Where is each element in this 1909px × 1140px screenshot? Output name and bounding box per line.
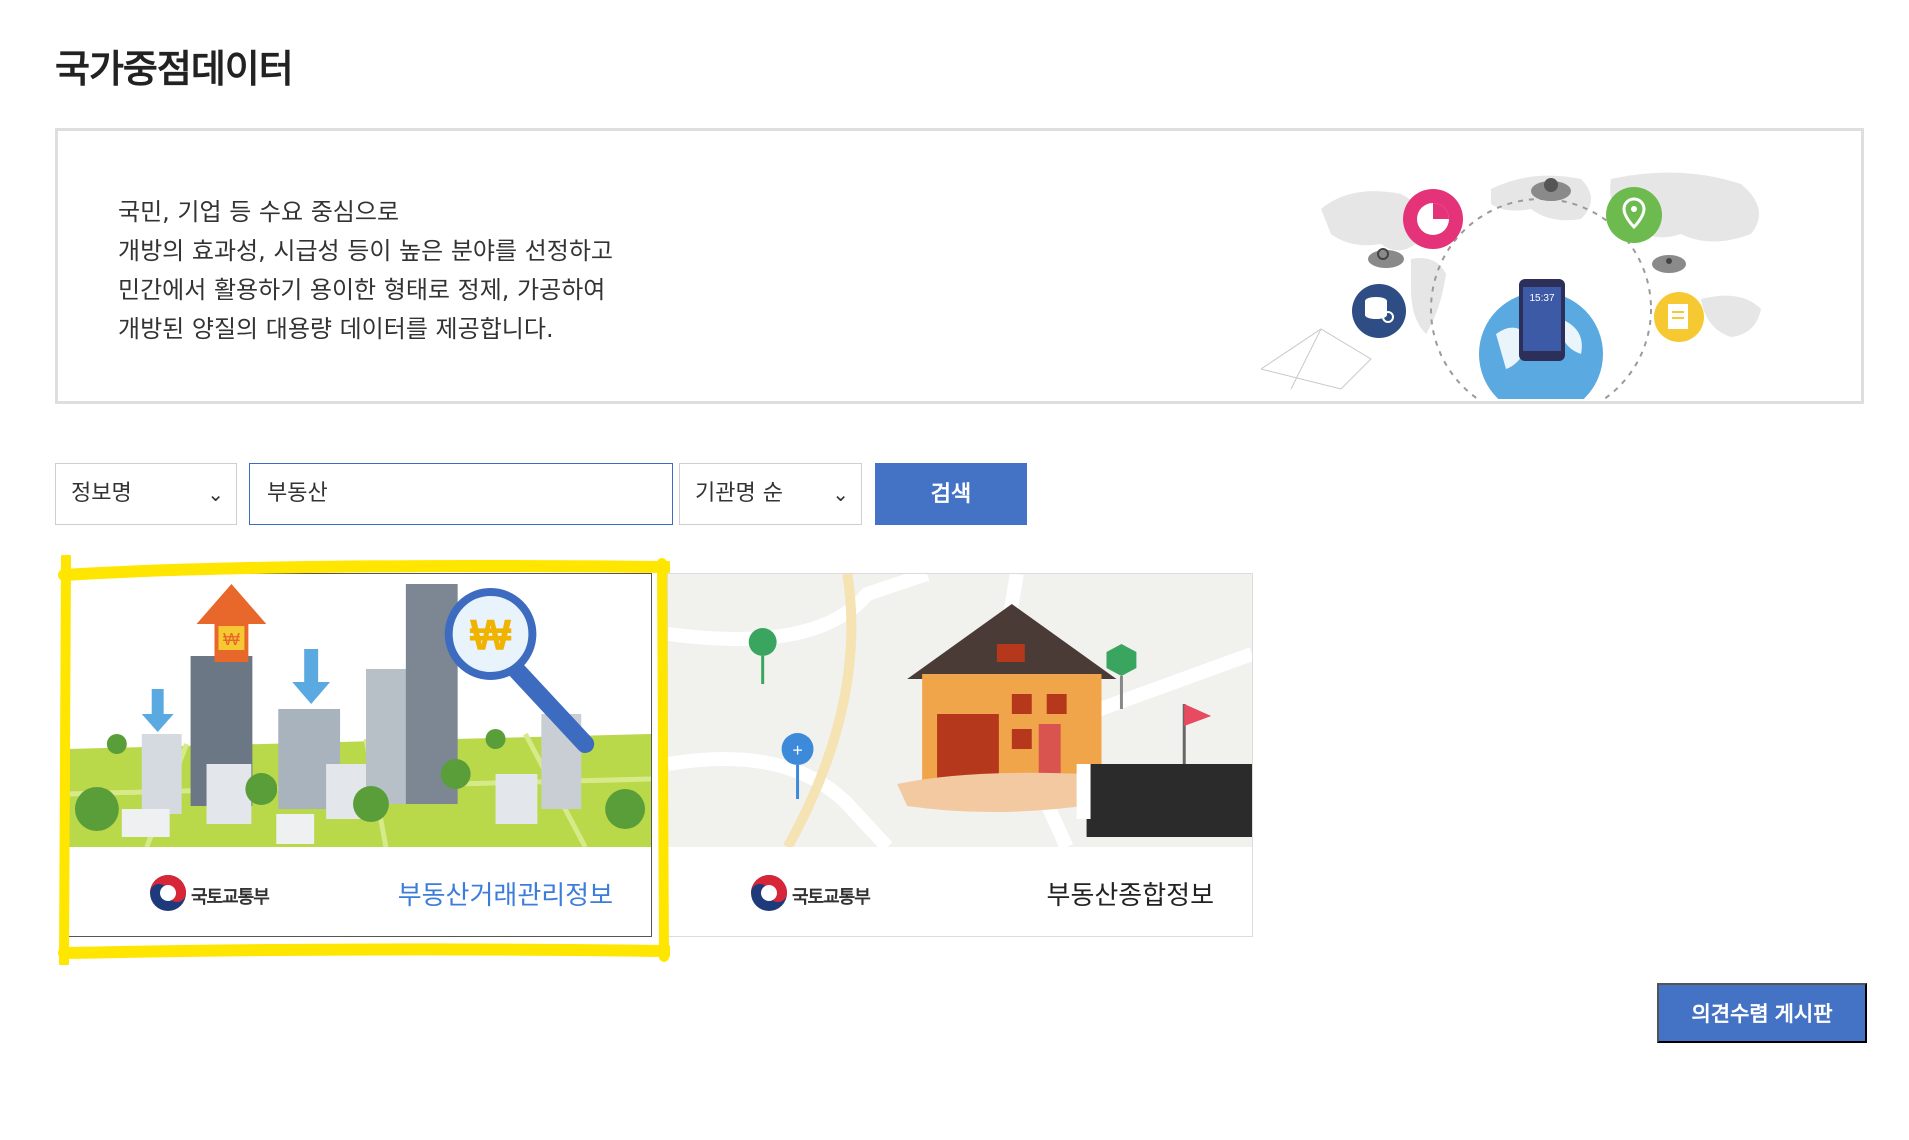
real-estate-transaction-illustration: ₩ ₩ bbox=[67, 574, 651, 847]
pie-chart-icon bbox=[1403, 189, 1463, 249]
search-field-select[interactable]: 정보명 ⌄ bbox=[55, 463, 237, 525]
agency-name: 국토교통부 bbox=[792, 887, 871, 908]
dataset-card[interactable]: + 국토교통부 부동산종합정보 bbox=[667, 573, 1253, 937]
chevron-down-icon: ⌄ bbox=[832, 482, 849, 506]
pin-cloud-icon bbox=[1652, 255, 1686, 273]
dataset-card[interactable]: ₩ ₩ 국토교통부 부동산거래관리정보 bbox=[66, 573, 652, 937]
search-input[interactable]: 부동산 bbox=[249, 463, 673, 525]
intro-description: 국민, 기업 등 수요 중심으로 개방의 효과성, 시급성 등이 높은 분야를 … bbox=[118, 193, 613, 349]
search-field-select-value: 정보명 bbox=[71, 481, 132, 506]
agency-name: 국토교통부 bbox=[191, 887, 270, 908]
chevron-down-icon: ⌄ bbox=[207, 482, 224, 506]
location-pin-icon bbox=[1606, 187, 1662, 243]
search-button[interactable]: 검색 bbox=[875, 463, 1027, 525]
card-title[interactable]: 부동산종합정보 bbox=[1047, 875, 1214, 912]
document-icon bbox=[1654, 292, 1704, 342]
real-estate-info-illustration: + bbox=[668, 574, 1252, 847]
card-footer: 국토교통부 부동산종합정보 bbox=[668, 847, 1252, 936]
card-footer: 국토교통부 부동산거래관리정보 bbox=[67, 847, 651, 936]
svg-text:₩: ₩ bbox=[223, 629, 240, 649]
svg-text:15:37: 15:37 bbox=[1529, 293, 1554, 304]
svg-text:₩: ₩ bbox=[470, 611, 512, 660]
feedback-board-button[interactable]: 의견수렴 게시판 bbox=[1657, 983, 1867, 1043]
svg-text:+: + bbox=[792, 740, 802, 760]
smartphone-icon: 15:37 bbox=[1519, 279, 1565, 361]
sort-select[interactable]: 기관명 순 ⌄ bbox=[679, 463, 862, 525]
search-cloud-icon bbox=[1368, 248, 1404, 268]
data-network-illustration: 15:37 bbox=[1261, 172, 1761, 399]
korea-government-emblem-icon bbox=[751, 875, 787, 911]
korea-government-emblem-icon bbox=[150, 875, 186, 911]
intro-line: 국민, 기업 등 수요 중심으로 bbox=[118, 198, 400, 226]
card-title[interactable]: 부동산거래관리정보 bbox=[398, 875, 613, 912]
page-title: 국가중점데이터 bbox=[55, 47, 294, 91]
intro-line: 개방의 효과성, 시급성 등이 높은 분야를 선정하고 bbox=[118, 237, 614, 265]
database-search-icon bbox=[1352, 284, 1406, 338]
intro-line: 민간에서 활용하기 용이한 형태로 정제, 가공하여 bbox=[118, 276, 606, 304]
network-lines bbox=[1261, 328, 1372, 390]
intro-line: 개방된 양질의 대용량 데이터를 제공합니다. bbox=[118, 315, 554, 343]
intro-banner: 국민, 기업 등 수요 중심으로 개방의 효과성, 시급성 등이 높은 분야를 … bbox=[55, 128, 1864, 404]
sort-select-value: 기관명 순 bbox=[695, 481, 783, 506]
